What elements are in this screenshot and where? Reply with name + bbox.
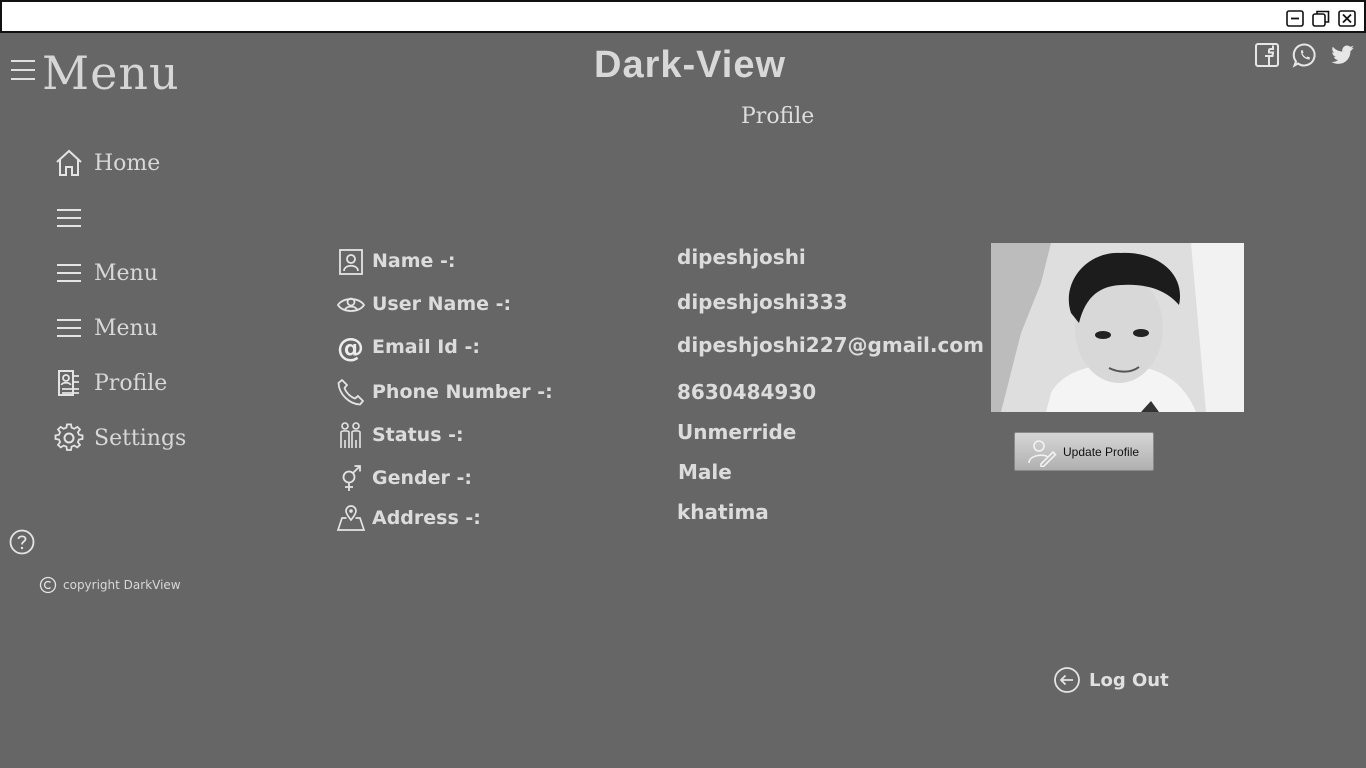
edit-user-icon (1028, 439, 1057, 467)
gear-icon (54, 423, 84, 451)
gender-icon (342, 465, 361, 491)
whatsapp-icon[interactable] (1292, 42, 1318, 68)
phone-icon (337, 379, 364, 406)
field-name: Name -: (336, 246, 456, 276)
update-profile-label: Update Profile (1063, 444, 1140, 459)
at-icon: @ (337, 333, 364, 362)
field-status: Status -: (336, 420, 464, 450)
hamburger-icon (57, 264, 81, 282)
field-label: Name -: (372, 250, 456, 272)
copyright: copyright DarkView (39, 576, 181, 594)
logout-button[interactable]: Log Out (1053, 666, 1169, 694)
logout-icon (1054, 667, 1080, 693)
sidebar-item-menu-blank[interactable] (54, 203, 94, 233)
value-username: dipeshjoshi333 (677, 290, 848, 314)
profile-photo (991, 243, 1244, 412)
page-title: Profile (741, 104, 815, 129)
logout-label: Log Out (1089, 669, 1169, 691)
copyright-text: copyright DarkView (63, 578, 181, 592)
field-label: Gender -: (372, 467, 472, 489)
home-icon (56, 149, 82, 176)
restore-icon[interactable] (1312, 10, 1330, 27)
field-gender: Gender -: (336, 463, 472, 493)
sidebar-item-label: Menu (94, 260, 158, 286)
sidebar-item-label: Menu (94, 315, 158, 341)
field-label: Phone Number -: (372, 381, 553, 403)
user-eye-icon (336, 297, 366, 312)
hamburger-icon (57, 319, 81, 337)
field-phone: Phone Number -: (336, 377, 553, 407)
field-label: Email Id -: (372, 336, 481, 358)
menu-title: Menu (42, 46, 180, 100)
field-label: Address -: (372, 507, 481, 529)
profile-card-icon (58, 370, 79, 396)
sidebar-item-home[interactable]: Home (54, 148, 160, 178)
minimize-icon[interactable] (1286, 10, 1304, 27)
sidebar-item-menu-2[interactable]: Menu (54, 313, 158, 343)
twitter-icon[interactable] (1330, 42, 1356, 68)
sidebar-item-profile[interactable]: Profile (54, 368, 167, 398)
copyright-icon (39, 576, 57, 594)
value-email: dipeshjoshi227@gmail.com (677, 333, 984, 357)
field-username: User Name -: (336, 289, 511, 319)
app-brand: Dark-View (594, 44, 787, 86)
social-links (1254, 42, 1356, 68)
menu-toggle-icon[interactable] (10, 58, 36, 82)
value-name: dipeshjoshi (677, 245, 806, 269)
value-phone: 8630484930 (677, 380, 817, 404)
value-gender: Male (678, 460, 732, 484)
family-icon (340, 422, 361, 448)
svg-text:@: @ (337, 333, 364, 362)
map-pin-icon (336, 505, 366, 531)
help-icon[interactable] (9, 529, 35, 555)
value-status: Unmerride (677, 420, 797, 444)
sidebar-item-menu[interactable]: Menu (54, 258, 158, 288)
value-address: khatima (677, 500, 769, 524)
sidebar-item-label: Profile (94, 370, 168, 396)
sidebar-item-settings[interactable]: Settings (54, 423, 186, 453)
field-address: Address -: (336, 503, 481, 533)
update-profile-button[interactable]: Update Profile (1014, 432, 1154, 471)
field-label: User Name -: (372, 293, 512, 315)
contact-icon (339, 249, 363, 275)
profile-photo-image (991, 243, 1244, 412)
hamburger-icon (57, 209, 81, 227)
facebook-icon[interactable] (1254, 42, 1280, 68)
field-label: Status -: (372, 424, 464, 446)
window-controls (1286, 10, 1356, 27)
window-titlebar (0, 0, 1366, 33)
close-icon[interactable] (1338, 10, 1356, 27)
sidebar-item-label: Home (94, 150, 161, 176)
field-email: @ Email Id -: (336, 332, 480, 362)
sidebar-item-label: Settings (94, 425, 187, 451)
